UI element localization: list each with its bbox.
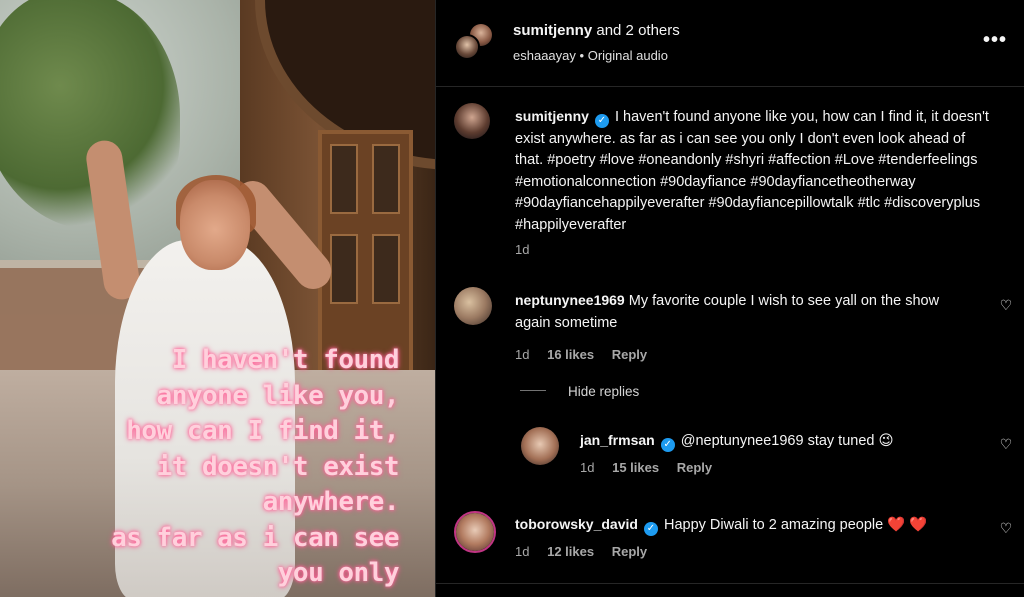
post-header: sumitjenny and 2 others eshaaayay • Orig… — [436, 0, 1024, 87]
avatar-image — [454, 287, 492, 325]
caption-text: I haven't found anyone like you, how can… — [515, 109, 989, 233]
avatar[interactable] — [521, 427, 559, 465]
overlay-line: it doesn't exist — [156, 451, 400, 482]
post-subtitle: eshaaayay • Original audio — [513, 48, 668, 63]
reply-text-block: jan_frmsan ✓ @neptunynee1969 stay tuned … — [580, 430, 980, 453]
post-panel: sumitjenny and 2 others eshaaayay • Orig… — [435, 0, 1024, 597]
verified-badge-icon: ✓ — [594, 114, 609, 128]
comment-body: toborowsky_david ✓ Happy Diwali to 2 ama… — [515, 514, 985, 559]
overlay-line: you only — [277, 558, 400, 588]
avatar-image — [521, 427, 559, 465]
verified-badge-icon: ✓ — [643, 522, 658, 536]
hide-replies-line — [520, 390, 546, 391]
overlay-caption: I haven't found anyone like you, how can I… — [19, 343, 399, 592]
person-head — [180, 180, 250, 270]
comment-text: Happy Diwali to 2 amazing people — [663, 517, 884, 533]
caption-meta: 1d — [515, 242, 995, 257]
comment-likes[interactable]: 16 likes — [547, 347, 594, 362]
comment-meta: 1d 12 likes Reply — [515, 544, 985, 559]
verified-badge-icon: ✓ — [660, 438, 675, 452]
reply-text: @neptunynee1969 stay tuned 😉 — [680, 433, 894, 449]
post-title-user[interactable]: sumitjenny — [513, 22, 592, 39]
post-title-rest[interactable]: and 2 others — [596, 22, 679, 39]
collab-avatars[interactable] — [454, 22, 494, 62]
avatar[interactable] — [454, 287, 492, 325]
caption-time[interactable]: 1d — [515, 242, 529, 257]
overlay-line: anywhere. — [262, 487, 400, 517]
comment-meta: 1d 16 likes Reply — [515, 347, 965, 362]
reply-meta: 1d 15 likes Reply — [580, 460, 980, 475]
avatar-image — [454, 103, 490, 139]
avatar[interactable] — [454, 103, 490, 139]
post-title[interactable]: sumitjenny and 2 others — [513, 22, 680, 39]
comment-username[interactable]: toborowsky_david — [515, 516, 638, 532]
heart-icon[interactable]: ♡ — [998, 520, 1014, 536]
avatar-image — [456, 36, 478, 58]
door-pane — [330, 144, 358, 214]
original-audio-link[interactable]: Original audio — [588, 48, 668, 63]
heart-icon[interactable]: ♡ — [998, 297, 1014, 313]
reply-button[interactable]: Reply — [612, 347, 647, 362]
door-pane — [330, 234, 358, 304]
reply-time[interactable]: 1d — [580, 460, 594, 475]
caption-text-block: sumitjenny ✓ I haven't found anyone like… — [515, 106, 995, 236]
door-pane — [372, 234, 400, 304]
overlay-line: how can I find it, — [126, 416, 399, 446]
subtitle-user[interactable]: eshaaayay — [513, 48, 576, 63]
overlay-line: anyone like you, — [156, 380, 400, 411]
heart-emoji: ❤️ ❤️ — [887, 517, 928, 533]
comment-text-block: toborowsky_david ✓ Happy Diwali to 2 ama… — [515, 514, 985, 537]
comment-time[interactable]: 1d — [515, 544, 529, 559]
overlay-line: I haven't found — [171, 345, 400, 375]
heart-icon[interactable]: ♡ — [998, 436, 1014, 452]
avatar[interactable] — [454, 34, 480, 60]
comment-likes[interactable]: 12 likes — [547, 544, 594, 559]
avatar-story-ring[interactable] — [454, 511, 496, 553]
comments-scroll[interactable]: sumitjenny ✓ I haven't found anyone like… — [436, 88, 1024, 583]
reply-button[interactable]: Reply — [677, 460, 712, 475]
caption-username[interactable]: sumitjenny — [515, 108, 589, 124]
comment-text-block: neptunynee1969 My favorite couple I wish… — [515, 290, 965, 334]
comment-username[interactable]: neptunynee1969 — [515, 292, 625, 308]
comment-time[interactable]: 1d — [515, 347, 529, 362]
divider — [436, 583, 1024, 584]
reply-username[interactable]: jan_frmsan — [580, 432, 655, 448]
reply-likes[interactable]: 15 likes — [612, 460, 659, 475]
comment-body: neptunynee1969 My favorite couple I wish… — [515, 290, 965, 362]
reply-button[interactable]: Reply — [612, 544, 647, 559]
caption-body: sumitjenny ✓ I haven't found anyone like… — [515, 106, 995, 257]
door-pane — [372, 144, 400, 214]
subtitle-dot: • — [579, 48, 585, 63]
overlay-line: as far as i can see — [111, 522, 399, 553]
hide-replies-button[interactable]: Hide replies — [568, 384, 639, 399]
post-media[interactable]: I haven't found anyone like you, how can I… — [0, 0, 435, 597]
reply-body: jan_frmsan ✓ @neptunynee1969 stay tuned … — [580, 430, 980, 475]
avatar-image — [456, 513, 494, 551]
tree — [0, 0, 180, 230]
more-options-icon[interactable]: ••• — [983, 30, 1007, 50]
